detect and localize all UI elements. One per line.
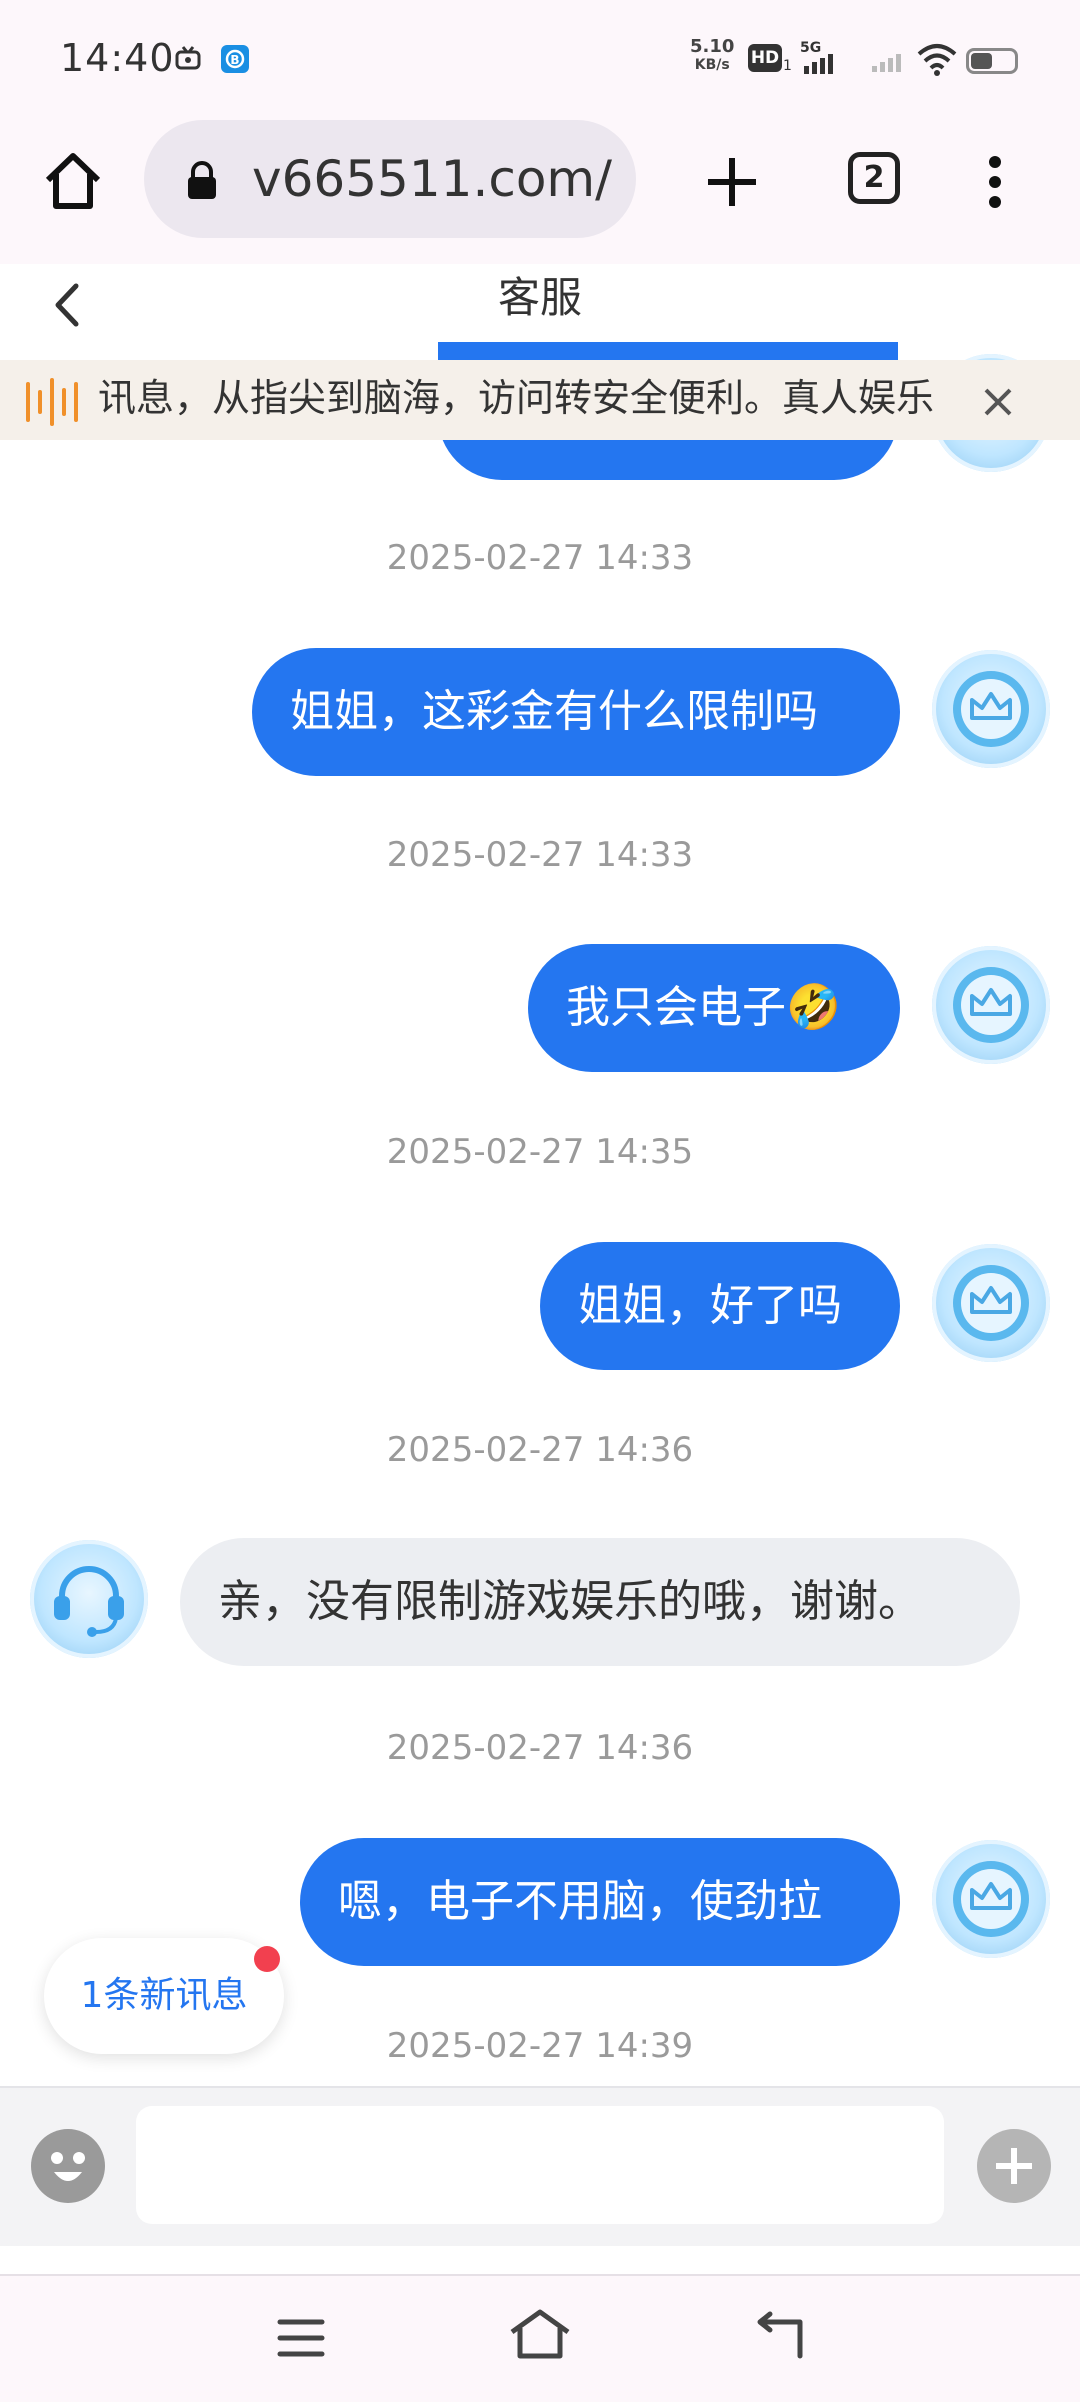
svg-text:B: B [230,53,239,67]
home-button[interactable] [40,148,106,214]
wifi-icon [916,42,958,82]
battery-icon [966,48,1018,74]
user-avatar [932,1840,1050,1958]
outgoing-message-bubble: 姐姐，这彩金有什么限制吗 [252,648,900,776]
unread-dot [254,1946,280,1972]
hd-voice-badge: HD [748,44,782,72]
browser-menu-button[interactable] [980,150,1010,214]
message-timestamp: 2025-02-27 14:36 [386,1728,694,1768]
system-home-button[interactable] [508,2306,572,2366]
plus-circle-icon [977,2129,1051,2203]
emoji-button[interactable] [30,2128,106,2204]
new-message-label[interactable]: 1条新讯息 [44,1938,284,2054]
url-text[interactable]: v665511.com/m [252,150,612,208]
hd-voice-sub: 1 [783,58,792,74]
network-speed-unit: KB/s [694,57,730,73]
emoji-icon [31,2129,105,2203]
outgoing-message-bubble: 姐姐，好了吗 [540,1242,900,1370]
network-speed-value: 5.10 [690,36,735,57]
signal-5g-icon: 5G [800,38,844,82]
agent-avatar [30,1540,148,1658]
home-icon [45,153,101,209]
home-outline-icon [510,2309,570,2359]
lock-icon [184,160,220,204]
battery-level [971,53,992,69]
message-timestamp: 2025-02-27 14:35 [386,1132,694,1172]
notice-text: 讯息，从指尖到脑海，访问转安全便利。真人娱乐 [98,376,935,420]
network-speed: 5.10 KB/s [690,38,734,74]
plus-icon [708,158,756,206]
page-title: 客服 [497,273,582,322]
headset-icon [54,1566,124,1637]
user-avatar [932,946,1050,1064]
user-avatar [932,650,1050,768]
outgoing-message-bubble: 嗯，电子不用脑，使劲拉 [300,1838,900,1966]
tab-switcher-button[interactable]: 2 [848,152,900,204]
system-back-button[interactable] [752,2310,808,2366]
svg-text:5G: 5G [800,40,821,56]
crown-badge-icon [953,1265,1029,1341]
crown-badge-icon [953,967,1029,1043]
app-notification-icon: B [220,44,250,78]
announcement-icon [24,372,80,432]
status-time: 14:40 [60,36,175,80]
attach-button[interactable] [976,2128,1052,2204]
message-timestamp: 2025-02-27 14:36 [386,1430,694,1470]
back-arrow-icon [757,2311,803,2359]
new-tab-button[interactable] [700,150,764,214]
close-icon [984,388,1012,416]
more-vertical-icon [989,156,1001,208]
message-timestamp: 2025-02-27 14:33 [386,538,694,578]
outgoing-message-bubble: 我只会电子🤣 [528,944,900,1072]
incoming-message-bubble: 亲，没有限制游戏娱乐的哦，谢谢。 [180,1538,1020,1666]
user-avatar [932,1244,1050,1362]
close-notice-button[interactable] [976,380,1020,424]
menu-icon [277,2319,325,2357]
crown-badge-icon [953,671,1029,747]
signal-strength-icon [870,48,910,78]
message-input[interactable] [136,2106,944,2224]
back-button[interactable] [44,270,94,340]
message-timestamp: 2025-02-27 14:33 [386,835,694,875]
tv-icon [174,44,202,76]
recent-apps-button[interactable] [276,2316,326,2364]
chevron-left-icon [55,283,79,327]
crown-badge-icon [953,1861,1029,1937]
